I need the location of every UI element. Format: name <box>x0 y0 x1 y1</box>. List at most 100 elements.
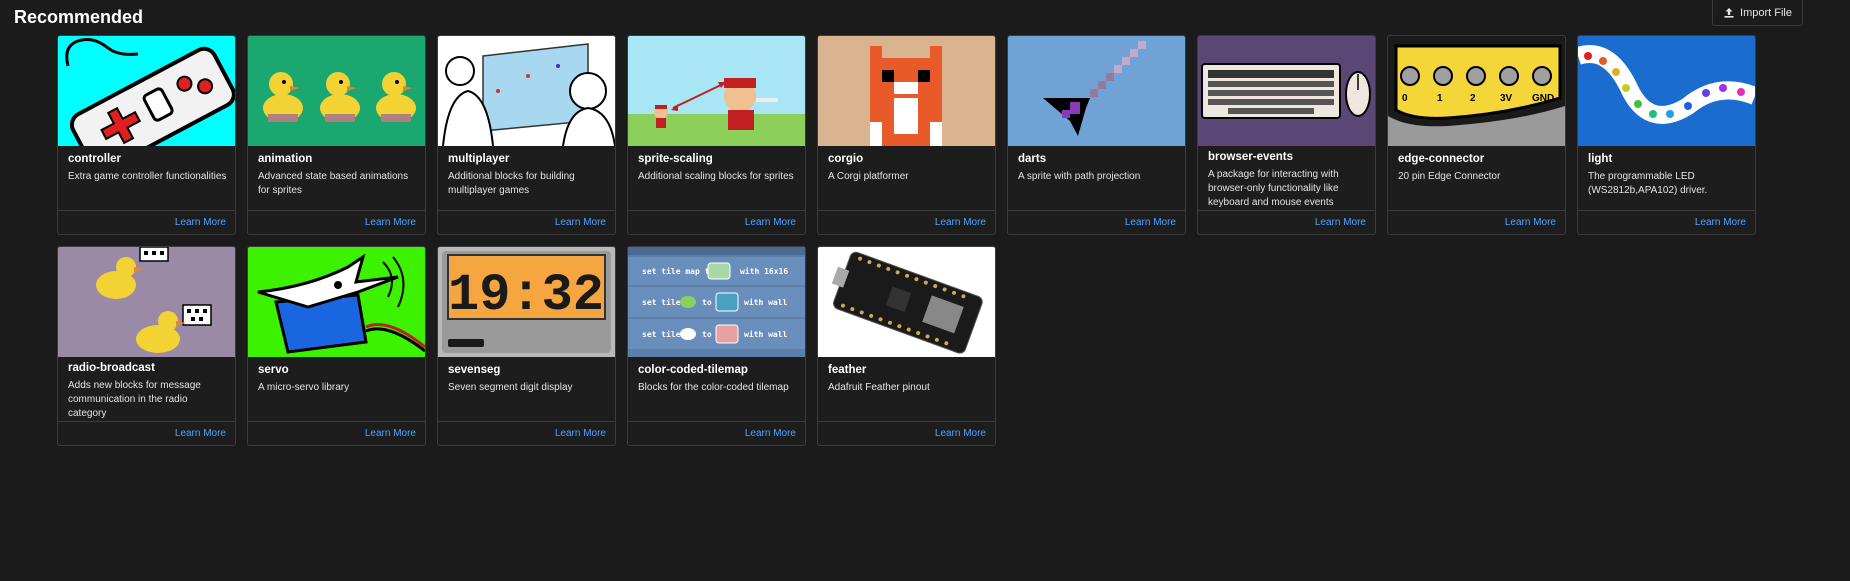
card-footer: Learn More <box>248 210 425 234</box>
card-title: light <box>1588 153 1613 165</box>
tilemap-block-text: to <box>702 330 712 339</box>
card-title: feather <box>828 364 867 376</box>
upload-icon <box>1724 7 1734 18</box>
tilemap-block-text: with 16x16 <box>740 266 788 276</box>
card-description: A Corgi platformer <box>828 171 909 182</box>
card-title: multiplayer <box>448 153 510 165</box>
card-title: controller <box>68 153 122 165</box>
edge-label-2: 2 <box>1470 93 1476 104</box>
card-title: radio-broadcast <box>68 362 155 374</box>
card-title: browser-events <box>1208 151 1294 163</box>
card-footer: Learn More <box>58 421 235 445</box>
card-description: The programmable LED (WS2812b,APA102) dr… <box>1588 171 1708 196</box>
learn-more-link[interactable]: Learn More <box>745 428 796 439</box>
card-title: color-coded-tilemap <box>638 364 748 376</box>
tilemap-block-text: with wall <box>744 297 788 307</box>
learn-more-link[interactable]: Learn More <box>555 428 606 439</box>
learn-more-link[interactable]: Learn More <box>1505 217 1556 228</box>
import-file-button[interactable]: Import File <box>1712 0 1803 26</box>
learn-more-link[interactable]: Learn More <box>175 217 226 228</box>
edge-connector-thumbnail: 0 1 2 3V GND <box>1388 36 1565 146</box>
extension-card-radio-broadcast[interactable]: radio-broadcast Adds new blocks for mess… <box>57 246 236 446</box>
card-description: Adafruit Feather pinout <box>828 382 930 393</box>
card-description: Extra game controller functionalities <box>68 171 227 182</box>
card-description: Adds new blocks for message communicatio… <box>68 380 201 419</box>
card-title: animation <box>258 153 313 165</box>
extension-card-edge-connector[interactable]: 0 1 2 3V GND edge-connector 20 pin Edge … <box>1387 35 1566 235</box>
import-file-label: Import File <box>1740 6 1792 19</box>
card-description: Advanced state based animations for spri… <box>258 171 409 196</box>
card-footer: Learn More <box>1198 210 1375 234</box>
light-thumbnail <box>1578 36 1755 146</box>
extension-card-servo[interactable]: servo A micro-servo library Learn More <box>247 246 426 446</box>
card-title: darts <box>1018 153 1047 165</box>
learn-more-link[interactable]: Learn More <box>365 428 416 439</box>
extension-card-corgio[interactable]: corgio A Corgi platformer Learn More <box>817 35 996 235</box>
tilemap-block-text: with wall <box>744 329 788 339</box>
sevenseg-display: 19:32 <box>448 266 604 325</box>
extension-card-multiplayer[interactable]: multiplayer Additional blocks for buildi… <box>437 35 616 235</box>
learn-more-link[interactable]: Learn More <box>935 217 986 228</box>
learn-more-link[interactable]: Learn More <box>365 217 416 228</box>
tilemap-block-text: to <box>702 298 712 307</box>
card-description: Blocks for the color-coded tilemap <box>638 382 789 393</box>
feather-thumbnail <box>818 247 995 357</box>
sevenseg-thumbnail: 19:32 <box>438 247 615 357</box>
learn-more-link[interactable]: Learn More <box>175 428 226 439</box>
animation-thumbnail <box>248 36 425 146</box>
card-footer: Learn More <box>58 210 235 234</box>
sprite-scaling-thumbnail <box>628 36 805 146</box>
card-footer: Learn More <box>248 421 425 445</box>
extension-card-darts[interactable]: darts A sprite with path projection Lear… <box>1007 35 1186 235</box>
learn-more-link[interactable]: Learn More <box>745 217 796 228</box>
card-footer: Learn More <box>628 421 805 445</box>
extension-card-controller[interactable]: controller Extra game controller functio… <box>57 35 236 235</box>
card-description: 20 pin Edge Connector <box>1398 171 1501 182</box>
multiplayer-thumbnail <box>438 36 615 146</box>
extension-card-browser-events[interactable]: browser-events A package for interacting… <box>1197 35 1376 235</box>
card-title: edge-connector <box>1398 153 1485 165</box>
tilemap-block-text: set tile <box>642 329 681 339</box>
controller-thumbnail <box>58 36 235 146</box>
learn-more-link[interactable]: Learn More <box>935 428 986 439</box>
learn-more-link[interactable]: Learn More <box>1695 217 1746 228</box>
card-footer: Learn More <box>628 210 805 234</box>
learn-more-link[interactable]: Learn More <box>1315 217 1366 228</box>
edge-label-1: 1 <box>1437 93 1443 104</box>
extension-card-light[interactable]: light The programmable LED (WS2812b,APA1… <box>1577 35 1756 235</box>
card-footer: Learn More <box>438 210 615 234</box>
tilemap-block-text: set tile <box>642 297 681 307</box>
tilemap-block-text: set tile map to <box>642 266 714 276</box>
card-description: A sprite with path projection <box>1018 171 1141 182</box>
corgio-thumbnail <box>818 36 995 146</box>
extension-card-feather[interactable]: feather Adafruit Feather pinout Learn Mo… <box>817 246 996 446</box>
learn-more-link[interactable]: Learn More <box>1125 217 1176 228</box>
card-title: sprite-scaling <box>638 153 713 165</box>
darts-thumbnail <box>1008 36 1185 146</box>
card-footer: Learn More <box>818 210 995 234</box>
card-description: Additional scaling blocks for sprites <box>638 171 794 182</box>
extension-card-sevenseg[interactable]: 19:32 sevenseg Seven segment digit displ… <box>437 246 616 446</box>
card-footer: Learn More <box>1008 210 1185 234</box>
card-description: Additional blocks for building multiplay… <box>448 171 575 196</box>
extension-grid: controller Extra game controller functio… <box>57 35 1756 446</box>
card-description: Seven segment digit display <box>448 382 573 393</box>
card-footer: Learn More <box>438 421 615 445</box>
page-title: Recommended <box>14 7 144 27</box>
extension-card-animation[interactable]: animation Advanced state based animation… <box>247 35 426 235</box>
extension-card-color-coded-tilemap[interactable]: set tile map to with 16x16 set tile to w… <box>627 246 806 446</box>
card-footer: Learn More <box>1388 210 1565 234</box>
servo-thumbnail <box>248 247 425 357</box>
card-title: servo <box>258 364 289 376</box>
card-footer: Learn More <box>818 421 995 445</box>
card-description: A micro-servo library <box>258 382 350 393</box>
card-footer: Learn More <box>1578 210 1755 234</box>
browser-events-thumbnail <box>1198 36 1375 146</box>
edge-label-0: 0 <box>1402 93 1408 104</box>
radio-broadcast-thumbnail <box>58 247 235 357</box>
card-description: A package for interacting with browser-o… <box>1208 169 1339 208</box>
edge-label-gnd: GND <box>1532 93 1554 104</box>
color-coded-tilemap-thumbnail: set tile map to with 16x16 set tile to w… <box>628 247 805 357</box>
learn-more-link[interactable]: Learn More <box>555 217 606 228</box>
extension-card-sprite-scaling[interactable]: sprite-scaling Additional scaling blocks… <box>627 35 806 235</box>
